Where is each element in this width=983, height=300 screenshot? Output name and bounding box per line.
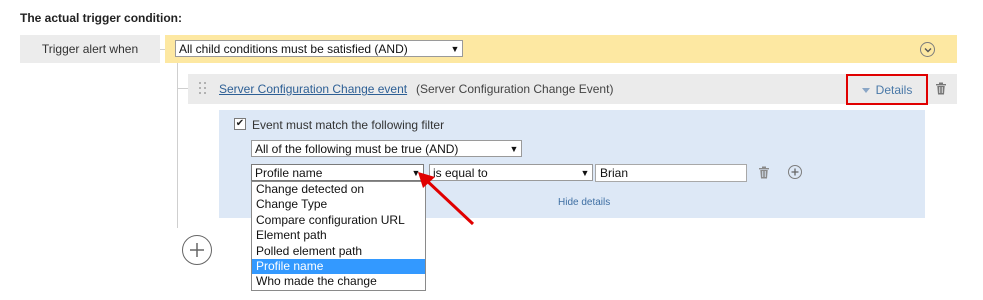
plus-circle-icon[interactable] xyxy=(788,165,802,179)
dropdown-option[interactable]: Element path xyxy=(252,228,425,243)
value-input-text: Brian xyxy=(600,166,629,180)
value-input[interactable]: Brian xyxy=(595,164,747,182)
logic-select-value: All of the following must be true (AND) xyxy=(255,141,459,156)
trash-icon[interactable] xyxy=(935,82,947,95)
checkmark-icon: ✔ xyxy=(235,118,245,129)
triangle-down-icon xyxy=(861,87,870,93)
dropdown-caret-icon: ▼ xyxy=(580,167,590,178)
add-condition-button[interactable] xyxy=(182,235,212,265)
collapse-chevron-icon[interactable] xyxy=(920,42,935,57)
filter-checkbox-label: Event must match the following filter xyxy=(252,118,445,132)
field-dropdown-list: Change detected on Change Type Compare c… xyxy=(251,181,426,291)
event-name-link[interactable]: Server Configuration Change event xyxy=(219,82,407,96)
event-type-label: (Server Configuration Change Event) xyxy=(416,82,614,96)
dropdown-caret-icon: ▼ xyxy=(509,143,519,154)
field-select-value: Profile name xyxy=(255,165,323,180)
filter-checkbox[interactable]: ✔ xyxy=(234,118,246,130)
field-select[interactable]: Profile name ▼ xyxy=(251,164,424,181)
dropdown-option[interactable]: Polled element path xyxy=(252,244,425,259)
dropdown-caret-icon: ▼ xyxy=(450,43,460,54)
section-heading: The actual trigger condition: xyxy=(20,11,183,25)
tree-branch xyxy=(177,88,188,89)
details-toggle-button[interactable]: Details xyxy=(846,74,928,105)
condition-select[interactable]: All child conditions must be satisfied (… xyxy=(175,40,463,57)
dropdown-option[interactable]: Who made the change xyxy=(252,274,425,289)
trigger-label: Trigger alert when xyxy=(20,35,160,63)
hide-details-link[interactable]: Hide details xyxy=(558,197,610,208)
dropdown-option[interactable]: Compare configuration URL xyxy=(252,213,425,228)
trash-icon[interactable] xyxy=(758,166,770,179)
red-arrow-annotation xyxy=(418,172,475,226)
details-label: Details xyxy=(875,82,913,97)
dropdown-option[interactable]: Change Type xyxy=(252,197,425,212)
logic-select[interactable]: All of the following must be true (AND) … xyxy=(251,140,522,157)
condition-select-value: All child conditions must be satisfied (… xyxy=(179,41,408,56)
plus-icon xyxy=(190,243,204,257)
dropdown-option-selected[interactable]: Profile name xyxy=(252,258,425,275)
drag-handle-icon[interactable] xyxy=(198,81,208,95)
dropdown-option[interactable]: Change detected on xyxy=(252,182,425,197)
